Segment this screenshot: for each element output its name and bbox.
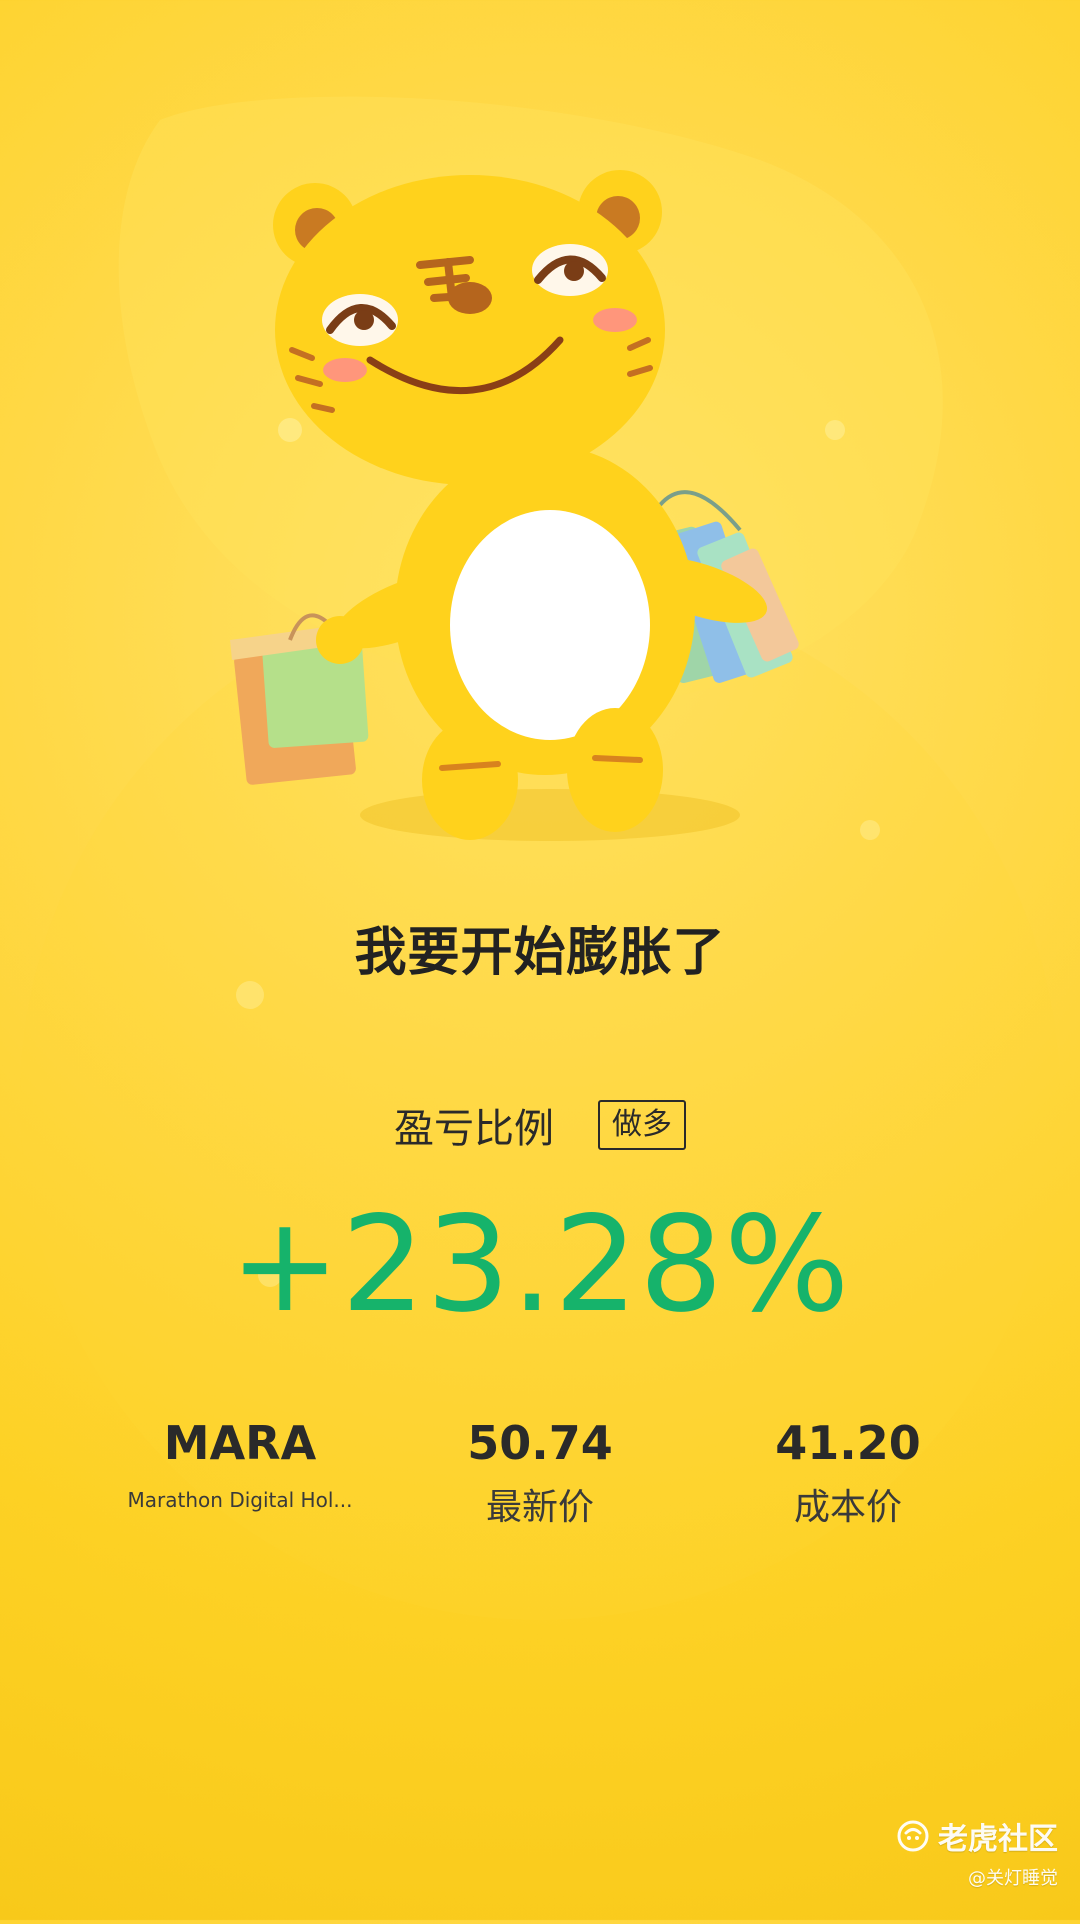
watermark: 老虎社区 @关灯睡觉: [896, 1814, 1058, 1890]
ticker-block: MARA Marathon Digital Hol...: [80, 1412, 400, 1516]
cost-price-block: 41.20 成本价: [688, 1412, 1008, 1528]
cost-price-label: 成本价: [793, 1487, 902, 1528]
pnl-ratio-row: 盈亏比例 做多: [0, 1096, 1080, 1154]
headline-title: 我要开始膨胀了: [354, 923, 726, 983]
watermark-brand: 老虎社区: [938, 1822, 1058, 1857]
latest-price-label: 最新价: [485, 1487, 594, 1528]
stock-stats: MARA Marathon Digital Hol... 50.74 最新价 4…: [0, 1412, 1080, 1552]
company-name: Marathon Digital Hol...: [127, 1488, 353, 1512]
watermark-brand-row: 老虎社区: [896, 1814, 1058, 1858]
latest-price-block: 50.74 最新价: [380, 1412, 700, 1528]
tiger-mascot-illustration: [220, 170, 860, 870]
latest-price-value: 50.74: [467, 1416, 613, 1470]
ticker-symbol: MARA: [163, 1416, 317, 1470]
cost-price-value: 41.20: [775, 1416, 921, 1470]
pnl-percentage: +23.28%: [229, 1188, 851, 1342]
tiger-logo-icon: [897, 1820, 929, 1852]
watermark-user: @关灯睡觉: [968, 1868, 1058, 1889]
position-type-badge: 做多: [598, 1100, 686, 1150]
pnl-ratio-label: 盈亏比例: [394, 1106, 554, 1152]
